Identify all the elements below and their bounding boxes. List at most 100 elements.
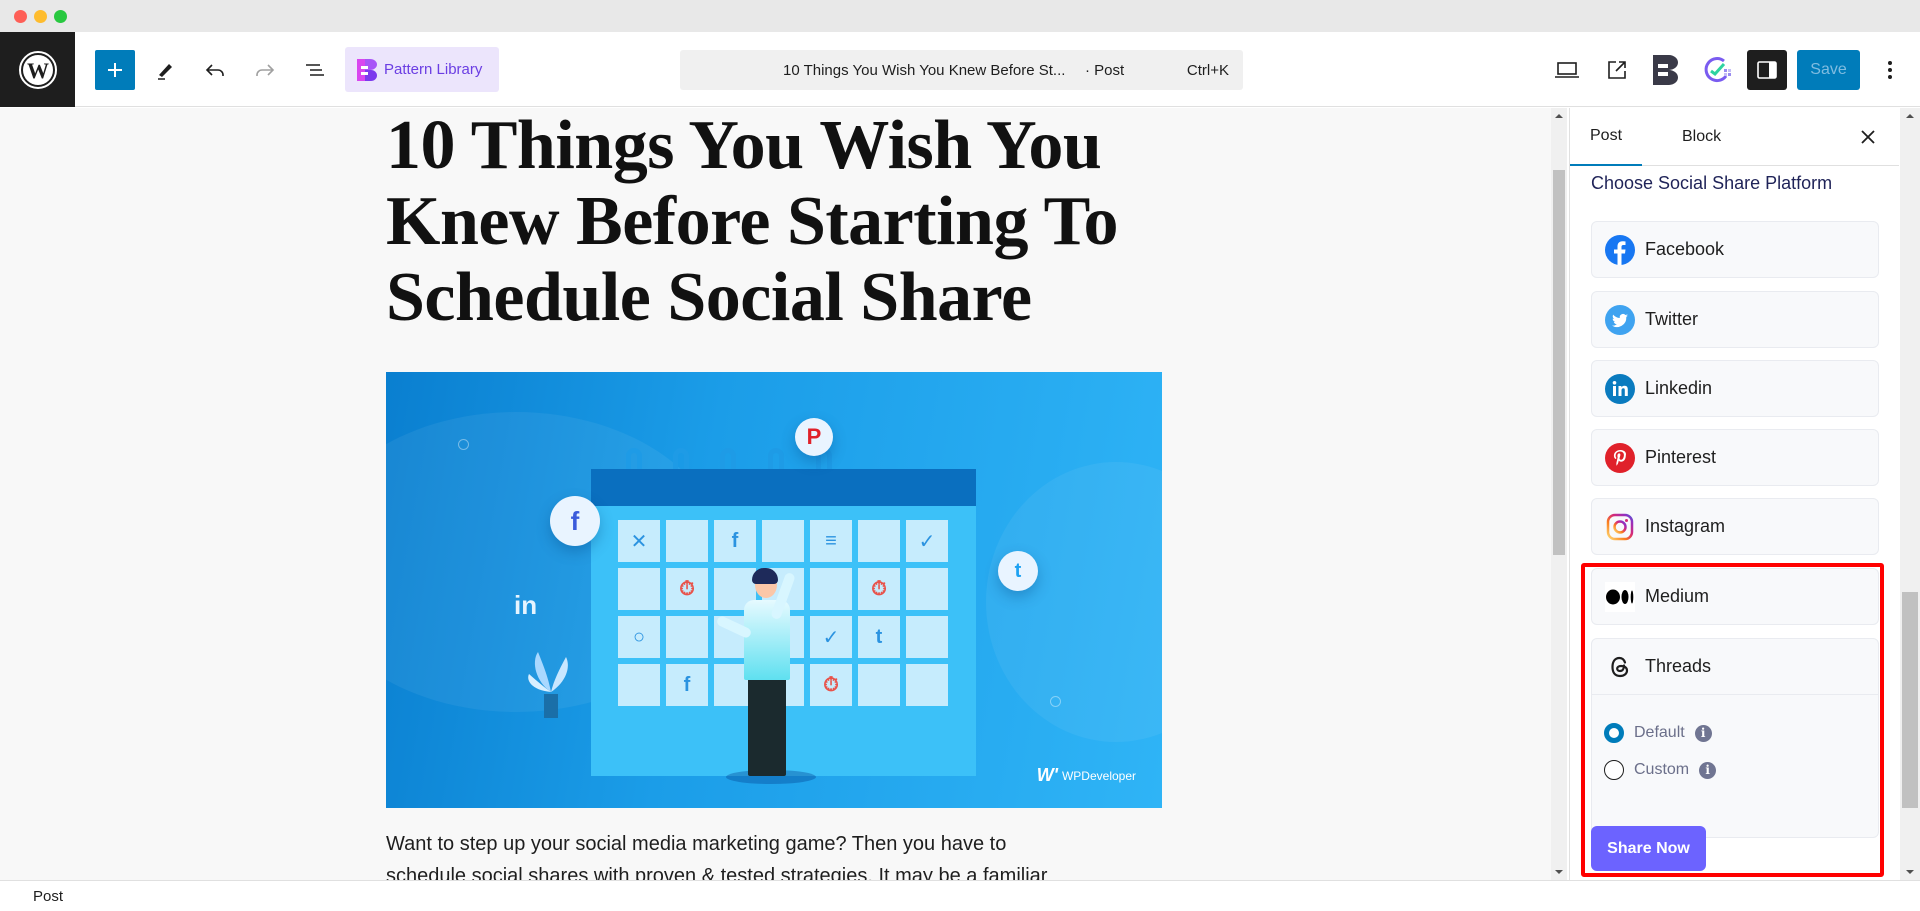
platform-label: Threads: [1645, 656, 1712, 676]
calendar-cell: [666, 520, 708, 562]
radio-custom[interactable]: Custom i: [1604, 760, 1717, 780]
close-sidebar-button[interactable]: [1856, 125, 1880, 149]
settings-sidebar-toggle[interactable]: [1747, 50, 1787, 90]
undo-icon: [205, 64, 224, 76]
calendar-cell: ⏱: [666, 568, 708, 610]
person-body: [744, 600, 790, 680]
decor-circle: [1050, 696, 1061, 707]
platform-label: Instagram: [1645, 516, 1726, 536]
betterdocs-button[interactable]: [1647, 50, 1687, 90]
footer-breadcrumb[interactable]: Post: [33, 888, 63, 905]
scroll-down-arrow-icon[interactable]: [1906, 870, 1914, 874]
preview-button[interactable]: [1597, 50, 1637, 90]
calendar-cell: ✓: [906, 520, 948, 562]
pattern-library-button[interactable]: Pattern Library: [345, 47, 499, 92]
info-icon[interactable]: i: [1694, 724, 1712, 742]
pinterest-icon: [1605, 442, 1635, 473]
platform-instagram[interactable]: Instagram: [1591, 498, 1879, 555]
editor-canvas[interactable]: 10 Things You Wish You Knew Before Start…: [0, 108, 1551, 880]
radio-default[interactable]: Default i: [1604, 723, 1712, 743]
radio-default-input[interactable]: [1604, 723, 1624, 743]
social-share-heading: Choose Social Share Platform: [1591, 173, 1833, 193]
post-paragraph[interactable]: Want to step up your social media market…: [386, 828, 1176, 880]
platform-pinterest[interactable]: Pinterest: [1591, 429, 1879, 486]
calendar-cell: t: [858, 616, 900, 658]
window-titlebar: [0, 0, 1920, 32]
twitter-icon: [1605, 304, 1635, 335]
scroll-up-arrow-icon[interactable]: [1555, 114, 1563, 118]
platform-linkedin[interactable]: Linkedin: [1591, 360, 1879, 417]
save-button[interactable]: Save: [1797, 50, 1860, 90]
window-close-button[interactable]: [14, 10, 27, 23]
calendar-cell: [618, 664, 660, 706]
document-type: · Post: [1085, 61, 1125, 79]
post-title[interactable]: 10 Things You Wish You Knew Before Start…: [386, 108, 1146, 336]
canvas-scrollbar-thumb[interactable]: [1553, 170, 1565, 555]
info-icon[interactable]: i: [1699, 761, 1717, 779]
tab-post[interactable]: Post: [1570, 108, 1642, 166]
platform-facebook[interactable]: Facebook: [1591, 221, 1879, 278]
tools-button[interactable]: [145, 50, 185, 90]
sidebar-toggle-icon: [1757, 61, 1777, 79]
window-minimize-button[interactable]: [34, 10, 47, 23]
pattern-library-icon: [357, 58, 377, 81]
platform-twitter[interactable]: Twitter: [1591, 291, 1879, 348]
schedulepress-button[interactable]: [1697, 50, 1737, 90]
brand-label: WPDeveloper: [1061, 768, 1136, 783]
linkedin-icon: [1605, 373, 1635, 404]
wpdeveloper-logo-icon: W': [1036, 765, 1058, 785]
sidebar-tabs: Post Block: [1570, 108, 1899, 166]
redo-button[interactable]: [245, 50, 285, 90]
calendar-cell: ✓: [810, 616, 852, 658]
view-button[interactable]: [1547, 50, 1587, 90]
facebook-icon: [1605, 234, 1635, 265]
wpdeveloper-brand: W' WPDeveloper: [1037, 765, 1136, 786]
calendar-cell: [666, 616, 708, 658]
wordpress-logo-button[interactable]: W: [0, 32, 75, 107]
radio-custom-input[interactable]: [1604, 760, 1624, 780]
scroll-up-arrow-icon[interactable]: [1906, 114, 1914, 118]
list-view-icon: [306, 64, 324, 76]
command-palette-bar[interactable]: 10 Things You Wish You Knew Before St...…: [680, 50, 1243, 90]
radio-custom-label: Custom: [1634, 761, 1690, 778]
pattern-library-label: Pattern Library: [384, 61, 483, 78]
tab-block[interactable]: Block: [1662, 108, 1741, 166]
platform-threads[interactable]: Threads: [1592, 639, 1878, 695]
external-link-icon: [1608, 61, 1626, 79]
twitter-bubble-icon: t: [998, 551, 1038, 591]
wordpress-logo-icon: W: [18, 50, 57, 89]
editor-toolbar: W Pattern Library 10 Things You Wish You…: [0, 32, 1920, 107]
calendar-cell: ≡: [810, 520, 852, 562]
undo-button[interactable]: [195, 50, 235, 90]
svg-text:W: W: [27, 58, 49, 83]
close-icon: [1861, 130, 1875, 144]
canvas-scrollbar[interactable]: [1551, 108, 1567, 880]
redo-icon: [256, 64, 275, 76]
calendar-cell: [858, 520, 900, 562]
calendar-cell: [858, 664, 900, 706]
plus-icon: [108, 63, 122, 77]
scroll-down-arrow-icon[interactable]: [1555, 870, 1563, 874]
calendar-header: [591, 469, 976, 506]
window-maximize-button[interactable]: [54, 10, 67, 23]
betterdocs-icon: [1653, 55, 1678, 85]
calendar-cell: [906, 664, 948, 706]
threads-panel: Threads Default i Custom i: [1591, 638, 1879, 838]
medium-icon: [1605, 581, 1635, 612]
platform-medium[interactable]: Medium: [1591, 568, 1879, 625]
document-title: 10 Things You Wish You Knew Before St...: [783, 61, 1066, 79]
share-now-button[interactable]: Share Now: [1591, 826, 1706, 871]
laptop-icon: [1555, 62, 1579, 78]
options-menu-button[interactable]: [1870, 50, 1910, 90]
pinterest-bubble-icon: P: [795, 418, 833, 456]
person-hair: [752, 568, 778, 584]
sidebar-scrollbar[interactable]: [1900, 108, 1920, 880]
calendar-cell: [906, 568, 948, 610]
pen-icon: [158, 64, 172, 80]
paragraph-line: Want to step up your social media market…: [386, 833, 1007, 855]
calendar-cell: [762, 520, 804, 562]
featured-image[interactable]: ✕ f ≡ ✓ ⏱ ⏱ ○ ✓ t f ⏱ f P t in W' WPDeveloper: [386, 372, 1162, 808]
add-block-button[interactable]: [95, 50, 135, 90]
sidebar-scrollbar-thumb[interactable]: [1902, 592, 1918, 808]
document-overview-button[interactable]: [295, 50, 335, 90]
